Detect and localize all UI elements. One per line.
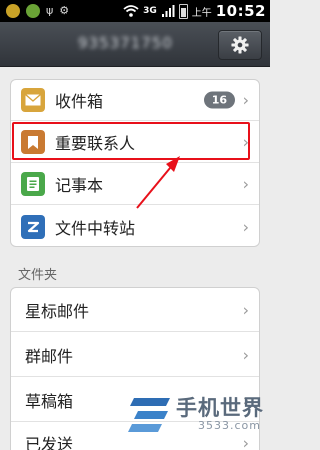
folder-item-label: 群邮件	[25, 346, 74, 366]
watermark-logo-icon	[128, 398, 170, 432]
network-type: 3G	[143, 6, 157, 16]
app-notification-icon	[26, 4, 40, 18]
folder-item-label: 草稿箱	[25, 391, 74, 411]
watermark-sub: 3533.com	[198, 419, 261, 432]
unread-count-badge: 16	[203, 91, 235, 109]
watermark-brand: 手机世界	[176, 396, 264, 420]
list-item-inbox[interactable]: 收件箱 16 ›	[11, 80, 259, 121]
envelope-icon	[21, 88, 45, 112]
chevron-right-icon: ›	[242, 300, 249, 319]
chevron-right-icon: ›	[242, 217, 249, 237]
signal-icon	[161, 5, 175, 17]
list-item-notepad[interactable]: 记事本 ›	[11, 164, 259, 205]
folder-item-starred[interactable]: 星标邮件 ›	[11, 288, 259, 332]
folder-item-group-mail[interactable]: 群邮件 ›	[11, 333, 259, 377]
status-time: 10:52	[215, 2, 266, 20]
account-name: 935371750	[78, 34, 173, 52]
watermark: 手机世界 3533.com	[128, 392, 268, 442]
list-item-label: 文件中转站	[55, 219, 136, 238]
transfer-icon	[21, 215, 45, 239]
folder-item-label: 星标邮件	[25, 301, 90, 321]
notepad-icon	[21, 172, 45, 196]
notification-icon	[6, 4, 20, 18]
battery-icon	[178, 3, 188, 19]
list-item-file-transfer[interactable]: 文件中转站 ›	[11, 206, 259, 246]
list-item-label: 收件箱	[55, 92, 104, 111]
list-item-label: 记事本	[55, 176, 104, 195]
chevron-right-icon: ›	[242, 345, 249, 364]
folder-item-label: 已发送	[25, 435, 74, 450]
status-left: ψ ⚙	[6, 3, 69, 19]
main-list: 收件箱 16 › 重要联系人 › 记事本 › 文件中转站 ›	[10, 79, 260, 247]
settings-button[interactable]	[218, 30, 262, 60]
title-bar: 935371750	[0, 22, 270, 67]
chevron-right-icon: ›	[242, 90, 249, 110]
status-bar: ψ ⚙ 3G 上午 10:52	[0, 0, 270, 22]
wifi-icon	[123, 5, 139, 17]
usb-icon: ψ	[46, 4, 54, 17]
chevron-right-icon: ›	[242, 174, 249, 194]
section-label-folders: 文件夹	[18, 268, 58, 283]
status-right: 3G 上午 10:52	[123, 2, 266, 20]
status-ampm: 上午	[191, 7, 212, 19]
gear-icon	[231, 36, 249, 54]
highlight-box	[12, 122, 250, 160]
debug-icon: ⚙	[59, 4, 70, 17]
